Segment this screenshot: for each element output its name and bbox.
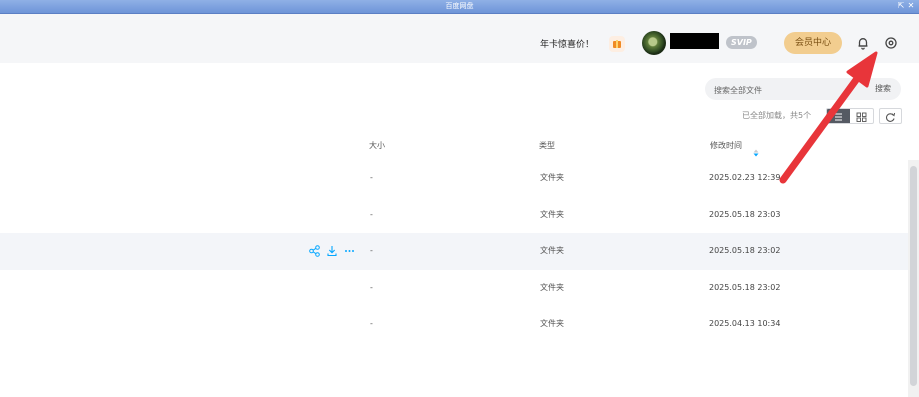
row-type: 文件夹 [540, 209, 564, 219]
table-row[interactable]: - 文件夹 2025.05.18 23:02 [0, 233, 908, 270]
search-box: 搜索 [705, 78, 901, 102]
row-type: 文件夹 [540, 173, 564, 182]
grid-view-icon[interactable] [850, 109, 873, 123]
list-view-icon[interactable] [827, 109, 850, 123]
row-size: - [370, 246, 373, 255]
search-button[interactable]: 搜索 [875, 78, 891, 100]
scrollbar-thumb[interactable] [910, 166, 917, 386]
column-header-size[interactable]: 大小 [369, 140, 385, 151]
top-header: 年卡惊喜价！ SVIP 会员中心 [0, 14, 919, 63]
bell-icon[interactable] [855, 35, 871, 51]
row-size: - [370, 173, 373, 182]
more-icon[interactable] [345, 250, 354, 252]
settings-icon[interactable] [883, 35, 899, 51]
download-icon[interactable] [327, 246, 337, 257]
row-size: - [370, 209, 373, 219]
row-actions [309, 244, 357, 258]
loaded-status: 已全部加载，共5个 [742, 111, 812, 120]
row-size: - [370, 319, 373, 328]
avatar[interactable] [642, 31, 666, 55]
sort-icon[interactable] [753, 142, 759, 157]
refresh-icon[interactable] [879, 108, 902, 124]
window-title: 百度网盘 [445, 2, 474, 10]
annual-card-promo[interactable]: 年卡惊喜价！ [540, 37, 594, 50]
search-input[interactable] [714, 79, 834, 102]
row-type: 文件夹 [540, 282, 564, 292]
row-modified-time: 2025.05.18 23:02 [709, 282, 781, 292]
view-mode-toggle [826, 108, 874, 124]
row-modified-time: 2025.05.18 23:02 [709, 246, 781, 255]
table-row[interactable]: - 文件夹 2025.05.18 23:03 [0, 197, 908, 234]
row-size: - [370, 282, 373, 292]
table-row[interactable]: - 文件夹 2025.05.18 23:02 [0, 270, 908, 307]
window-title-bar: 百度网盘 ⇱ ✕ [0, 0, 919, 14]
file-list: - 文件夹 2025.02.23 12:39 - 文件夹 2025.05.18 … [0, 160, 908, 343]
username-redacted[interactable] [670, 33, 719, 49]
column-header-modified-time[interactable]: 修改时间 [710, 140, 742, 151]
row-modified-time: 2025.02.23 12:39 [709, 173, 781, 182]
vertical-scrollbar[interactable] [908, 160, 919, 397]
row-modified-time: 2025.04.13 10:34 [709, 319, 781, 328]
share-icon[interactable] [309, 245, 320, 257]
restore-window-button[interactable]: ⇱ [896, 1, 906, 11]
column-header-type[interactable]: 类型 [539, 140, 555, 151]
gift-icon[interactable] [609, 36, 625, 52]
svip-badge: SVIP [726, 36, 757, 49]
row-type: 文件夹 [540, 319, 564, 328]
vip-center-button[interactable]: 会员中心 [784, 32, 842, 54]
row-type: 文件夹 [540, 246, 564, 255]
close-window-button[interactable]: ✕ [906, 1, 916, 11]
table-row[interactable]: - 文件夹 2025.02.23 12:39 [0, 160, 908, 197]
table-row[interactable]: - 文件夹 2025.04.13 10:34 [0, 306, 908, 343]
row-modified-time: 2025.05.18 23:03 [709, 209, 781, 219]
